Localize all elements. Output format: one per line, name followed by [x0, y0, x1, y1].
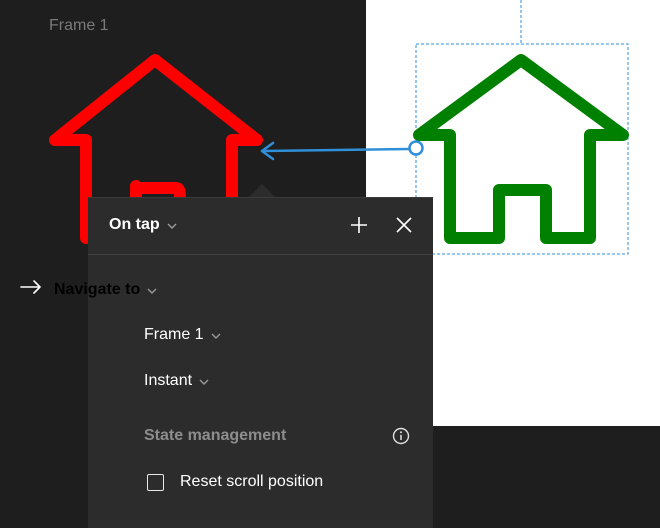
- popover-pointer: [249, 184, 275, 197]
- action-dropdown[interactable]: Navigate to: [20, 280, 157, 299]
- prototype-connector[interactable]: [260, 140, 424, 161]
- reset-scroll-option[interactable]: Reset scroll position: [147, 473, 323, 491]
- reset-scroll-checkbox[interactable]: [147, 473, 164, 491]
- chevron-down-icon: [167, 216, 177, 234]
- state-management-heading: State management: [144, 427, 287, 444]
- trigger-label: On tap: [109, 216, 160, 233]
- add-interaction-button[interactable]: [346, 214, 372, 240]
- info-icon: [392, 427, 410, 449]
- chevron-down-icon: [147, 281, 157, 299]
- target-house-icon[interactable]: [413, 54, 629, 244]
- interaction-panel-header: On tap: [88, 198, 433, 255]
- trigger-dropdown[interactable]: On tap: [109, 216, 177, 234]
- reset-scroll-label: Reset scroll position: [180, 473, 324, 490]
- state-management-info-button[interactable]: [392, 427, 410, 450]
- destination-label: Frame 1: [144, 326, 204, 343]
- arrow-right-icon: [20, 280, 42, 299]
- close-icon: [396, 216, 412, 238]
- action-label: Navigate to: [54, 280, 141, 298]
- chevron-down-icon: [211, 326, 221, 344]
- plus-icon: [350, 216, 368, 239]
- close-button[interactable]: [391, 214, 417, 240]
- animation-label: Instant: [144, 372, 193, 389]
- animation-dropdown[interactable]: Instant: [144, 372, 209, 390]
- destination-dropdown[interactable]: Frame 1: [144, 326, 221, 344]
- connector-handle[interactable]: [408, 140, 424, 156]
- chevron-down-icon: [199, 372, 209, 390]
